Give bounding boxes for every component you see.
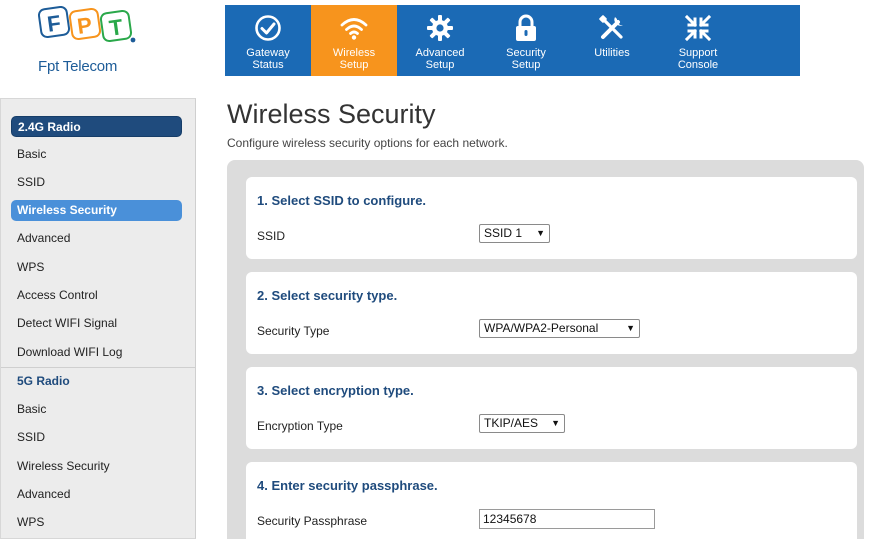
nav-label: Security Setup xyxy=(506,47,546,71)
ssid-label: SSID xyxy=(257,229,286,243)
nav-gateway-status[interactable]: Gateway Status xyxy=(225,5,311,76)
sidebar-item-ssid-24[interactable]: SSID xyxy=(11,172,182,193)
passphrase-label: Security Passphrase xyxy=(257,514,368,528)
encryption-type-label: Encryption Type xyxy=(257,419,343,433)
security-type-select[interactable]: WPA/WPA2-Personal ▼ xyxy=(479,319,640,338)
section-title: 4. Enter security passphrase. xyxy=(257,478,438,493)
nav-label: Support Console xyxy=(677,47,719,71)
ssid-select-value: SSID 1 xyxy=(484,226,523,240)
sidebar-item-detect-wifi-signal[interactable]: Detect WIFI Signal xyxy=(11,313,182,334)
section-title: 1. Select SSID to configure. xyxy=(257,193,427,208)
section-security-type: 2. Select security type. Security Type W… xyxy=(246,272,857,354)
nav-advanced-setup[interactable]: Advanced Setup xyxy=(397,5,483,76)
section-encryption-type: 3. Select encryption type. Encryption Ty… xyxy=(246,367,857,449)
dropdown-arrow-icon: ▼ xyxy=(551,418,560,428)
sidebar-group-24g[interactable]: 2.4G Radio xyxy=(11,116,182,137)
sidebar-item-basic-24[interactable]: Basic xyxy=(11,144,182,165)
sidebar-item-ssid-5[interactable]: SSID xyxy=(11,427,182,448)
section-passphrase: 4. Enter security passphrase. Security P… xyxy=(246,462,857,539)
sidebar-item-wireless-security-5[interactable]: Wireless Security xyxy=(11,456,182,477)
security-type-label: Security Type xyxy=(257,324,330,338)
sidebar-item-advanced-5[interactable]: Advanced xyxy=(11,484,182,505)
lock-icon xyxy=(511,13,541,43)
page-subtitle: Configure wireless security options for … xyxy=(227,136,508,150)
passphrase-input[interactable]: 12345678 xyxy=(479,509,655,529)
section-ssid: 1. Select SSID to configure. SSID SSID 1… xyxy=(246,177,857,259)
page-title: Wireless Security xyxy=(227,99,436,129)
nav-utilities[interactable]: Utilities xyxy=(569,5,655,76)
sidebar-item-wps-24[interactable]: WPS xyxy=(11,257,182,278)
sidebar-item-wps-5[interactable]: WPS xyxy=(11,512,182,533)
section-title: 2. Select security type. xyxy=(257,288,398,303)
main-nav: Gateway Status Wireless Setup Advanced S… xyxy=(225,5,800,76)
encryption-type-select-value: TKIP/AES xyxy=(484,416,539,430)
sidebar: 2.4G Radio Basic SSID Wireless Security … xyxy=(0,98,196,539)
fpt-logo[interactable]: F P T Fpt Telecom xyxy=(38,6,138,75)
dropdown-arrow-icon: ▼ xyxy=(626,323,635,333)
section-title: 3. Select encryption type. xyxy=(257,383,414,398)
nav-label: Gateway Status xyxy=(246,47,290,71)
compress-arrows-icon xyxy=(683,13,713,43)
sidebar-divider xyxy=(1,367,195,368)
nav-security-setup[interactable]: Security Setup xyxy=(483,5,569,76)
header: F P T Fpt Telecom Gateway Status Wireles… xyxy=(0,0,879,76)
nav-support-console[interactable]: Support Console xyxy=(655,5,741,76)
gear-icon xyxy=(425,13,455,43)
sidebar-item-basic-5[interactable]: Basic xyxy=(11,399,182,420)
brand-name: Fpt Telecom xyxy=(38,58,118,75)
sidebar-item-wireless-security-24[interactable]: Wireless Security xyxy=(11,200,182,221)
sidebar-group-5g[interactable]: 5G Radio xyxy=(11,371,182,392)
ssid-select[interactable]: SSID 1 ▼ xyxy=(479,224,550,243)
sidebar-item-download-wifi-log[interactable]: Download WIFI Log xyxy=(11,342,182,363)
nav-label: Wireless Setup xyxy=(332,47,376,71)
dropdown-arrow-icon: ▼ xyxy=(536,228,545,238)
check-circle-icon xyxy=(253,13,283,43)
encryption-type-select[interactable]: TKIP/AES ▼ xyxy=(479,414,565,433)
sidebar-item-access-control[interactable]: Access Control xyxy=(11,285,182,306)
nav-label: Advanced Setup xyxy=(415,47,465,71)
fpt-logo-mark: F P T xyxy=(38,6,136,43)
security-type-select-value: WPA/WPA2-Personal xyxy=(484,321,599,335)
nav-wireless-setup[interactable]: Wireless Setup xyxy=(311,5,397,76)
sidebar-item-advanced-24[interactable]: Advanced xyxy=(11,228,182,249)
content-panel: 1. Select SSID to configure. SSID SSID 1… xyxy=(227,160,864,539)
nav-label: Utilities xyxy=(594,47,630,59)
wifi-icon xyxy=(339,13,369,43)
tools-icon xyxy=(597,13,627,43)
